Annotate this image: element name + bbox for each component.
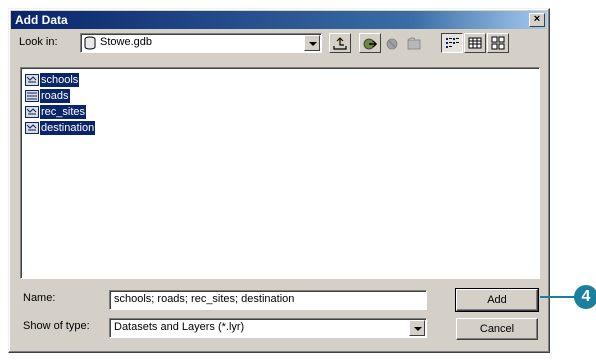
look-in-combo[interactable]: Stowe.gdb	[80, 33, 322, 53]
list-item[interactable]: destination	[25, 120, 96, 135]
database-icon	[84, 36, 96, 53]
feature-class-icon	[25, 89, 39, 102]
list-view-button[interactable]	[441, 33, 463, 53]
callout-badge: 4	[574, 285, 596, 309]
look-in-dropdown-button[interactable]	[304, 35, 320, 51]
add-data-dialog: Add Data × Look in: Stowe.gdb schools ro…	[8, 8, 550, 353]
list-item[interactable]: roads	[25, 88, 70, 103]
new-folder-button[interactable]	[403, 33, 425, 53]
look-in-label: Look in:	[19, 36, 58, 48]
show-of-type-combo[interactable]: Datasets and Layers (*.lyr)	[109, 318, 427, 338]
list-item[interactable]: rec_sites	[25, 104, 87, 119]
name-label: Name:	[23, 292, 56, 304]
list-item-label: roads	[40, 88, 70, 103]
name-input[interactable]: schools; roads; rec_sites; destination	[109, 290, 427, 310]
disconnect-folder-button[interactable]	[381, 33, 403, 53]
title-bar: Add Data ×	[11, 11, 547, 29]
feature-class-icon	[25, 73, 39, 86]
list-item-label: destination	[40, 120, 96, 135]
connect-to-folder-button[interactable]	[359, 33, 381, 53]
feature-class-icon	[25, 105, 39, 118]
close-icon: ×	[533, 13, 541, 25]
add-button[interactable]: Add	[455, 288, 539, 312]
name-input-value: schools; roads; rec_sites; destination	[114, 293, 295, 305]
show-of-type-label: Show of type:	[23, 320, 90, 332]
show-of-type-value: Datasets and Layers (*.lyr)	[114, 321, 245, 333]
callout-line	[540, 296, 577, 298]
up-one-level-button[interactable]	[329, 33, 351, 53]
list-item[interactable]: schools	[25, 72, 80, 87]
thumbnails-view-button[interactable]	[487, 33, 509, 53]
feature-class-icon	[25, 121, 39, 134]
close-button[interactable]: ×	[529, 13, 545, 27]
cancel-button[interactable]: Cancel	[456, 318, 538, 340]
list-item-label: schools	[40, 72, 80, 87]
list-item-label: rec_sites	[40, 104, 87, 119]
file-list[interactable]: schools roads rec_sites destination	[20, 67, 540, 279]
window-title: Add Data	[15, 13, 68, 27]
look-in-value: Stowe.gdb	[100, 36, 152, 48]
details-view-button[interactable]	[464, 33, 486, 53]
show-of-type-dropdown-button[interactable]	[409, 320, 425, 336]
